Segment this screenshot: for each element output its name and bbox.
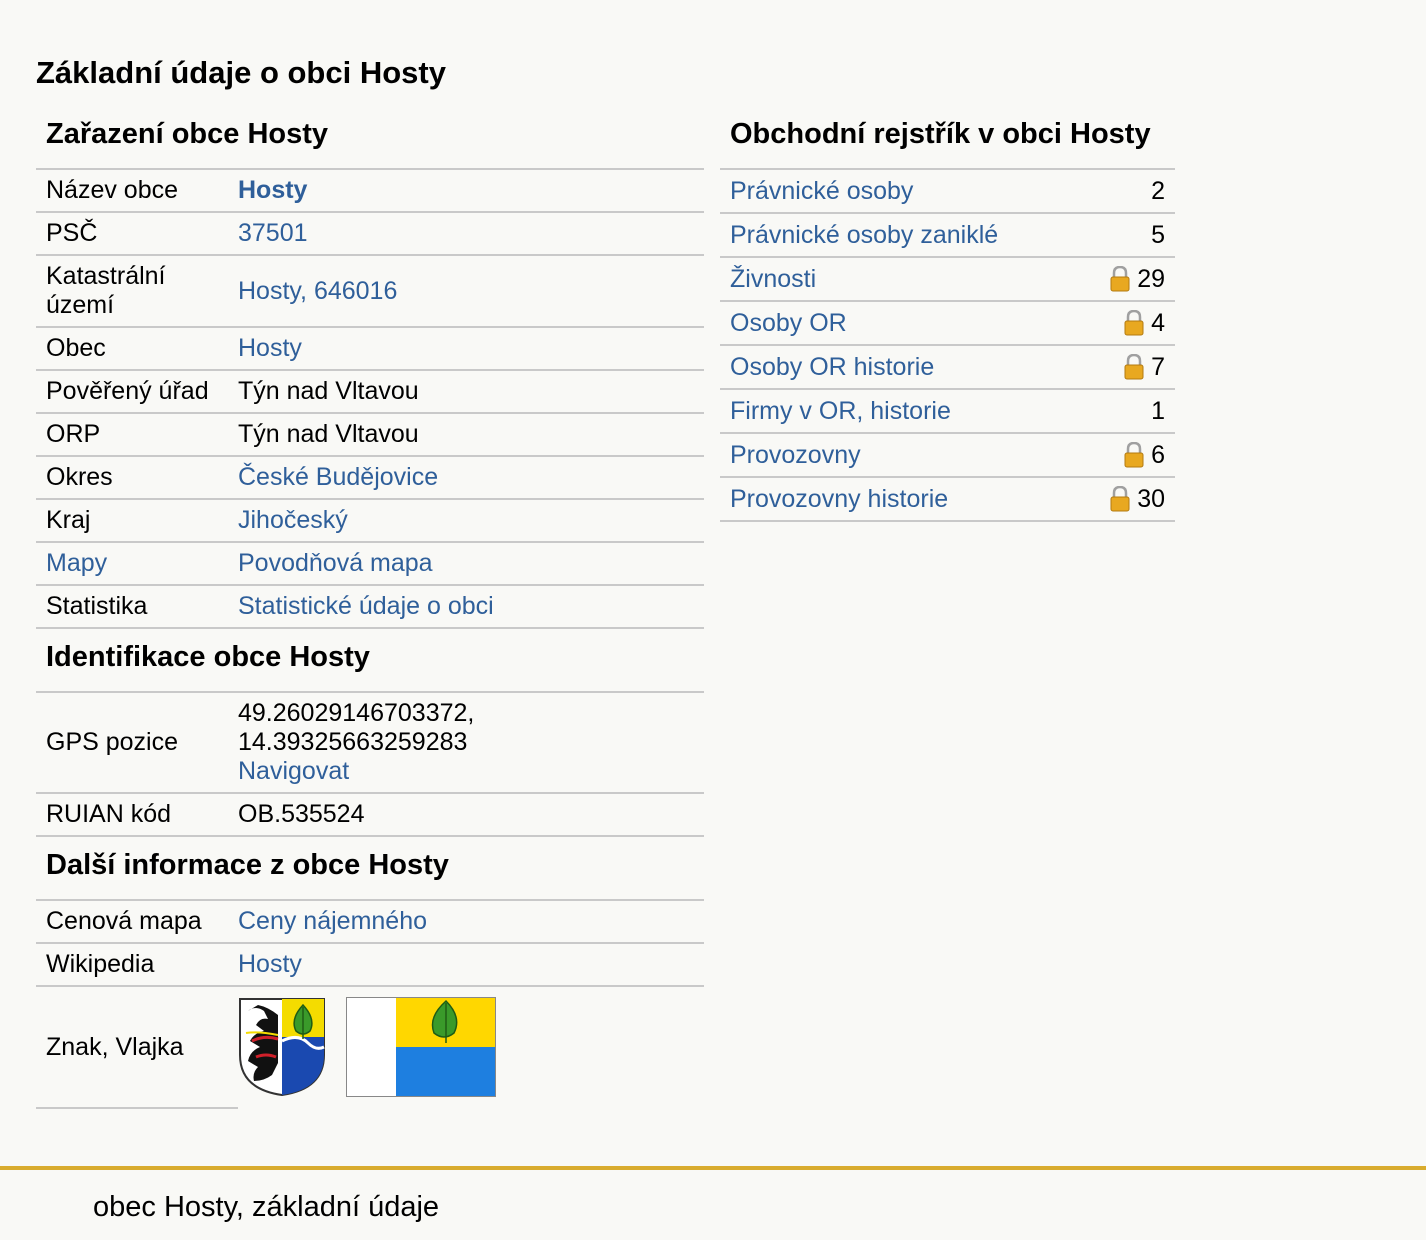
gps-lon: 14.39325663259283	[238, 728, 468, 756]
lock-icon[interactable]	[1123, 354, 1145, 380]
provozovny-historie-link[interactable]: Provozovny historie	[730, 485, 948, 514]
lock-icon[interactable]	[1123, 442, 1145, 468]
count: 4	[1151, 308, 1165, 337]
lock-icon[interactable]	[1109, 486, 1131, 512]
zivnosti-link[interactable]: Živnosti	[730, 265, 816, 294]
pravnicke-osoby-link[interactable]: Právnické osoby	[730, 177, 913, 206]
row-okres: Okres České Budějovice	[36, 457, 704, 500]
row-mapy: Mapy Povodňová mapa	[36, 543, 704, 586]
row-label: Obec	[46, 334, 106, 362]
ruian-value: OB.535524	[238, 800, 365, 828]
wikipedia-link[interactable]: Hosty	[238, 950, 704, 979]
count: 7	[1151, 352, 1165, 381]
symbols	[238, 997, 704, 1097]
or-row: Firmy v OR, historie 1	[720, 390, 1175, 434]
obchodni-heading: Obchodní rejstřík v obci Hosty	[720, 112, 1175, 170]
pravnicke-osoby-zanikle-link[interactable]: Právnické osoby zaniklé	[730, 221, 998, 250]
or-row: Provozovny historie 30	[720, 478, 1175, 522]
dalsi-heading: Další informace z obce Hosty	[36, 837, 704, 901]
gps-value: 49.26029146703372, 14.39325663259283 Nav…	[238, 699, 704, 786]
row-wikipedia: Wikipedia Hosty	[36, 944, 704, 987]
count: 5	[1151, 220, 1165, 249]
row-label: RUIAN kód	[46, 800, 172, 828]
count: 29	[1137, 264, 1165, 293]
row-gps: GPS pozice 49.26029146703372, 14.3932566…	[36, 693, 704, 794]
row-label: Název obce	[46, 176, 179, 204]
orp-value: Týn nad Vltavou	[238, 420, 419, 448]
divider	[36, 1107, 238, 1109]
row-kraj: Kraj Jihočeský	[36, 500, 704, 543]
footer-divider	[0, 1166, 1426, 1170]
count-wrap: 29	[1109, 265, 1165, 294]
mapy-link[interactable]: Mapy	[36, 549, 238, 578]
row-label: Statistika	[46, 592, 148, 620]
row-label: PSČ	[46, 219, 98, 247]
provozovny-link[interactable]: Provozovny	[730, 441, 861, 470]
row-label: Pověřený úřad	[46, 377, 209, 405]
row-label: Katastrální území	[46, 262, 166, 319]
row-znak-vlajka: Znak, Vlajka	[36, 987, 704, 1107]
statistika-link[interactable]: Statistické údaje o obci	[238, 592, 704, 621]
row-obec: Obec Hosty	[36, 328, 704, 371]
row-label: Cenová mapa	[46, 907, 202, 935]
count: 1	[1151, 396, 1165, 425]
row-katastralni-uzemi: Katastrální území Hosty, 646016	[36, 256, 704, 328]
flag-image[interactable]	[346, 997, 496, 1097]
povereny-urad-value: Týn nad Vltavou	[238, 377, 419, 405]
gps-lat: 49.26029146703372,	[238, 699, 475, 727]
right-column: Obchodní rejstřík v obci Hosty Právnické…	[720, 112, 1175, 522]
or-row: Osoby OR 4	[720, 302, 1175, 346]
or-row: Osoby OR historie 7	[720, 346, 1175, 390]
count-wrap: 7	[1123, 353, 1165, 382]
row-label: GPS pozice	[46, 728, 179, 756]
povodnova-mapa-link[interactable]: Povodňová mapa	[238, 549, 704, 578]
zarazeni-heading: Zařazení obce Hosty	[36, 112, 704, 170]
page-title: Základní údaje o obci Hosty	[36, 55, 446, 90]
or-row: Právnické osoby 2	[720, 170, 1175, 214]
kraj-link[interactable]: Jihočeský	[238, 506, 704, 535]
count-wrap: 6	[1123, 441, 1165, 470]
row-povereny-urad: Pověřený úřad Týn nad Vltavou	[36, 371, 704, 414]
row-label: Znak, Vlajka	[46, 1032, 184, 1061]
osoby-or-link[interactable]: Osoby OR	[730, 309, 847, 338]
row-ruian: RUIAN kód OB.535524	[36, 794, 704, 837]
row-label: Okres	[46, 463, 113, 491]
or-row: Provozovny 6	[720, 434, 1175, 478]
osoby-or-historie-link[interactable]: Osoby OR historie	[730, 353, 934, 382]
lock-icon[interactable]	[1123, 310, 1145, 336]
or-row: Živnosti 29	[720, 258, 1175, 302]
left-column: Zařazení obce Hosty Název obce Hosty PSČ…	[36, 112, 704, 1109]
navigovat-link[interactable]: Navigovat	[238, 757, 349, 785]
row-label: Wikipedia	[46, 950, 155, 978]
count: 30	[1137, 484, 1165, 513]
count-wrap: 30	[1109, 485, 1165, 514]
row-label: ORP	[46, 420, 101, 448]
okres-link[interactable]: České Budějovice	[238, 463, 704, 492]
ceny-najemneho-link[interactable]: Ceny nájemného	[238, 907, 704, 936]
row-nazev-obce: Název obce Hosty	[36, 170, 704, 213]
footer-text: obec Hosty, základní údaje	[93, 1191, 440, 1223]
obec-link[interactable]: Hosty	[238, 334, 704, 363]
count-wrap: 4	[1123, 309, 1165, 338]
identifikace-heading: Identifikace obce Hosty	[36, 629, 704, 693]
katastralni-uzemi-link[interactable]: Hosty, 646016	[238, 277, 704, 306]
count: 2	[1151, 176, 1165, 205]
row-cenova-mapa: Cenová mapa Ceny nájemného	[36, 901, 704, 944]
row-label: Kraj	[46, 506, 91, 534]
coat-of-arms-image[interactable]	[238, 997, 326, 1097]
nazev-obce-link[interactable]: Hosty	[238, 176, 704, 205]
row-statistika: Statistika Statistické údaje o obci	[36, 586, 704, 629]
firmy-or-historie-link[interactable]: Firmy v OR, historie	[730, 397, 951, 426]
count: 6	[1151, 440, 1165, 469]
lock-icon[interactable]	[1109, 266, 1131, 292]
or-row: Právnické osoby zaniklé 5	[720, 214, 1175, 258]
psc-link[interactable]: 37501	[238, 219, 704, 248]
row-orp: ORP Týn nad Vltavou	[36, 414, 704, 457]
row-psc: PSČ 37501	[36, 213, 704, 256]
